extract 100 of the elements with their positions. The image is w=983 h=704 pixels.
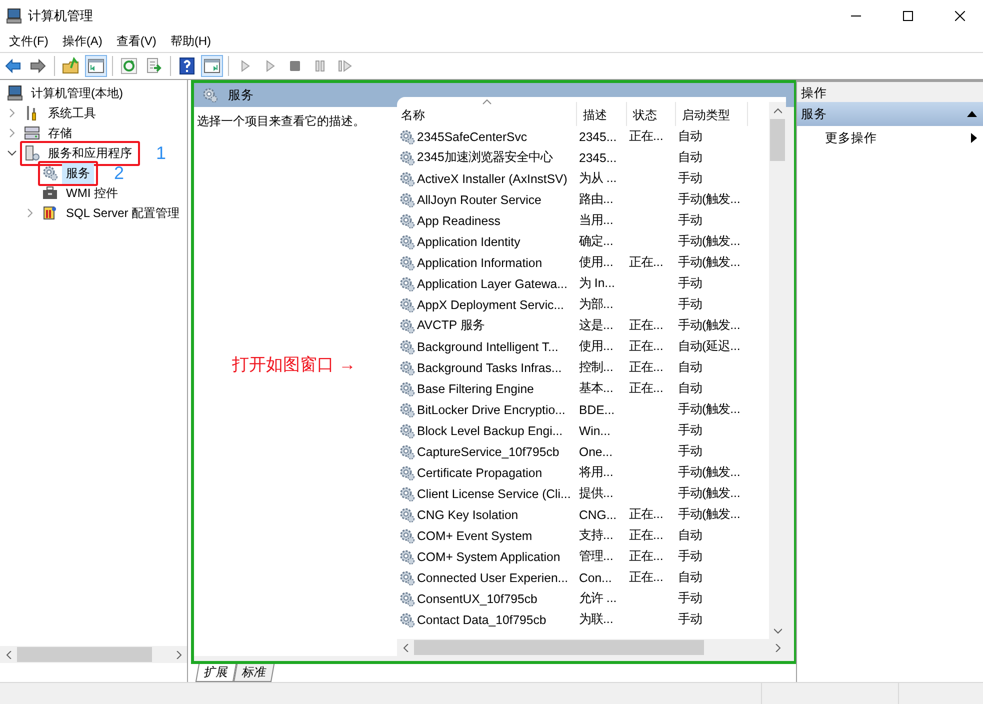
service-name[interactable]: 2345SafeCenterSvc: [417, 130, 528, 144]
close-icon: [955, 10, 965, 20]
service-name[interactable]: Block Level Backup Engi...: [417, 424, 563, 438]
table-cell: 正在...: [629, 255, 664, 269]
table-cell: 确定...: [579, 234, 614, 248]
menu-item[interactable]: 查看(V): [109, 33, 164, 50]
table-cell: 手动(触发...: [678, 486, 740, 500]
table-cell: 这是...: [579, 318, 614, 332]
table-cell: 管理...: [579, 549, 614, 563]
help-icon: [178, 57, 196, 75]
table-cell: 使用...: [579, 339, 614, 353]
sql-icon: [42, 205, 58, 221]
back-icon: [4, 57, 22, 75]
tab[interactable]: 标准: [233, 664, 275, 682]
service-name[interactable]: COM+ Event System: [417, 528, 532, 542]
horizontal-scrollbar[interactable]: [0, 646, 187, 663]
toolbox-icon: [42, 185, 58, 201]
service-name[interactable]: BitLocker Drive Encryptio...: [417, 402, 566, 416]
scroll-left-icon[interactable]: [4, 650, 12, 658]
tree-item[interactable]: 存储: [44, 122, 76, 144]
table-cell: 当用...: [579, 213, 614, 227]
scroll-right-icon[interactable]: [774, 644, 782, 652]
annotation-text: 打开如图窗口 →: [232, 354, 356, 376]
service-name[interactable]: Certificate Propagation: [417, 466, 542, 480]
gear-icon: [42, 165, 58, 181]
service-name[interactable]: Contact Data_10f795cb: [417, 612, 546, 626]
table-cell: Con...: [579, 570, 612, 584]
toolbar-button[interactable]: [201, 55, 223, 77]
service-name[interactable]: COM+ System Application: [417, 550, 560, 564]
step-number: 1: [155, 143, 168, 163]
menu-item[interactable]: 文件(F): [2, 33, 56, 50]
table-cell: 为部...: [579, 297, 614, 311]
table-cell: 使用...: [579, 255, 614, 269]
panel-title: 服务: [228, 86, 254, 104]
table-cell: 自动: [678, 528, 702, 542]
menu-item[interactable]: 帮助(H): [163, 33, 218, 50]
tree-item[interactable]: 服务和应用程序: [44, 142, 136, 164]
column-header[interactable]: 启动类型: [676, 102, 748, 126]
table-cell: 控制...: [579, 360, 614, 374]
service-name[interactable]: ConsentUX_10f795cb: [417, 592, 538, 606]
scroll-thumb[interactable]: [414, 640, 704, 655]
action-item[interactable]: 更多操作: [797, 126, 983, 150]
table-cell: 正在...: [629, 339, 664, 353]
table-cell: 2345...: [579, 150, 617, 164]
column-header[interactable]: 状态: [627, 102, 676, 126]
sort-icon: [482, 99, 492, 105]
tree-item[interactable]: 计算机管理(本地): [27, 82, 127, 104]
service-name[interactable]: Base Filtering Engine: [417, 382, 534, 396]
service-name[interactable]: 2345加速浏览器安全中心: [417, 149, 552, 166]
table-cell: 自动(延迟...: [678, 339, 740, 353]
scroll-down-icon[interactable]: [774, 626, 782, 634]
scroll-left-icon[interactable]: [402, 644, 410, 652]
column-header[interactable]: 描述: [577, 102, 627, 126]
column-header[interactable]: 名称: [397, 102, 577, 126]
toolbar-button[interactable]: [85, 55, 107, 77]
tree-item[interactable]: WMI 控件: [62, 182, 122, 204]
table-cell: 自动: [678, 129, 702, 143]
table-cell: 正在...: [629, 507, 664, 521]
horizontal-scrollbar[interactable]: [397, 639, 786, 656]
service-name[interactable]: Background Intelligent T...: [417, 340, 558, 354]
tree-item[interactable]: SQL Server 配置管理: [62, 202, 184, 224]
actions-section[interactable]: 服务: [797, 102, 983, 126]
tree-item[interactable]: 系统工具: [44, 102, 100, 124]
table-cell: 正在...: [629, 570, 664, 584]
service-name[interactable]: CNG Key Isolation: [417, 508, 518, 522]
tree-item[interactable]: 服务: [62, 162, 94, 184]
scroll-thumb[interactable]: [770, 119, 785, 161]
service-name[interactable]: CaptureService_10f795cb: [417, 444, 560, 458]
service-name[interactable]: Application Identity: [417, 234, 520, 248]
service-name[interactable]: Client License Service (Cli...: [417, 486, 571, 500]
service-name[interactable]: Background Tasks Infras...: [417, 360, 562, 374]
table-cell: 手动: [678, 213, 702, 227]
table-cell: 手动: [678, 171, 702, 185]
service-name[interactable]: Application Layer Gatewa...: [417, 276, 568, 290]
table-cell: 手动: [678, 444, 702, 458]
table-cell: 手动(触发...: [678, 192, 740, 206]
table-cell: 允许 ...: [579, 591, 617, 605]
export-icon: [145, 57, 163, 75]
table-cell: 正在...: [629, 549, 664, 563]
table-cell: 手动: [678, 549, 702, 563]
table-cell: 自动: [678, 150, 702, 164]
scroll-up-icon[interactable]: [774, 106, 782, 114]
table-cell: 手动(触发...: [678, 318, 740, 332]
service-name[interactable]: AllJoyn Router Service: [417, 192, 542, 206]
service-name[interactable]: AppX Deployment Servic...: [417, 298, 564, 312]
service-name[interactable]: AVCTP 服务: [417, 317, 484, 334]
table-cell: 手动(触发...: [678, 507, 740, 521]
tab[interactable]: 扩展: [195, 664, 237, 682]
table-cell: Win...: [579, 424, 610, 438]
service-name[interactable]: Connected User Experien...: [417, 570, 568, 584]
service-name[interactable]: ActiveX Installer (AxInstSV): [417, 172, 568, 186]
service-name[interactable]: Application Information: [417, 256, 542, 270]
maximize-icon: [903, 10, 913, 20]
service-name[interactable]: App Readiness: [417, 214, 500, 228]
table-cell: 自动: [678, 360, 702, 374]
menu-item[interactable]: 操作(A): [55, 33, 110, 50]
scroll-right-icon[interactable]: [174, 650, 182, 658]
scroll-thumb[interactable]: [17, 647, 152, 662]
pane-right-icon: [203, 57, 221, 75]
computer-icon: [7, 85, 23, 101]
